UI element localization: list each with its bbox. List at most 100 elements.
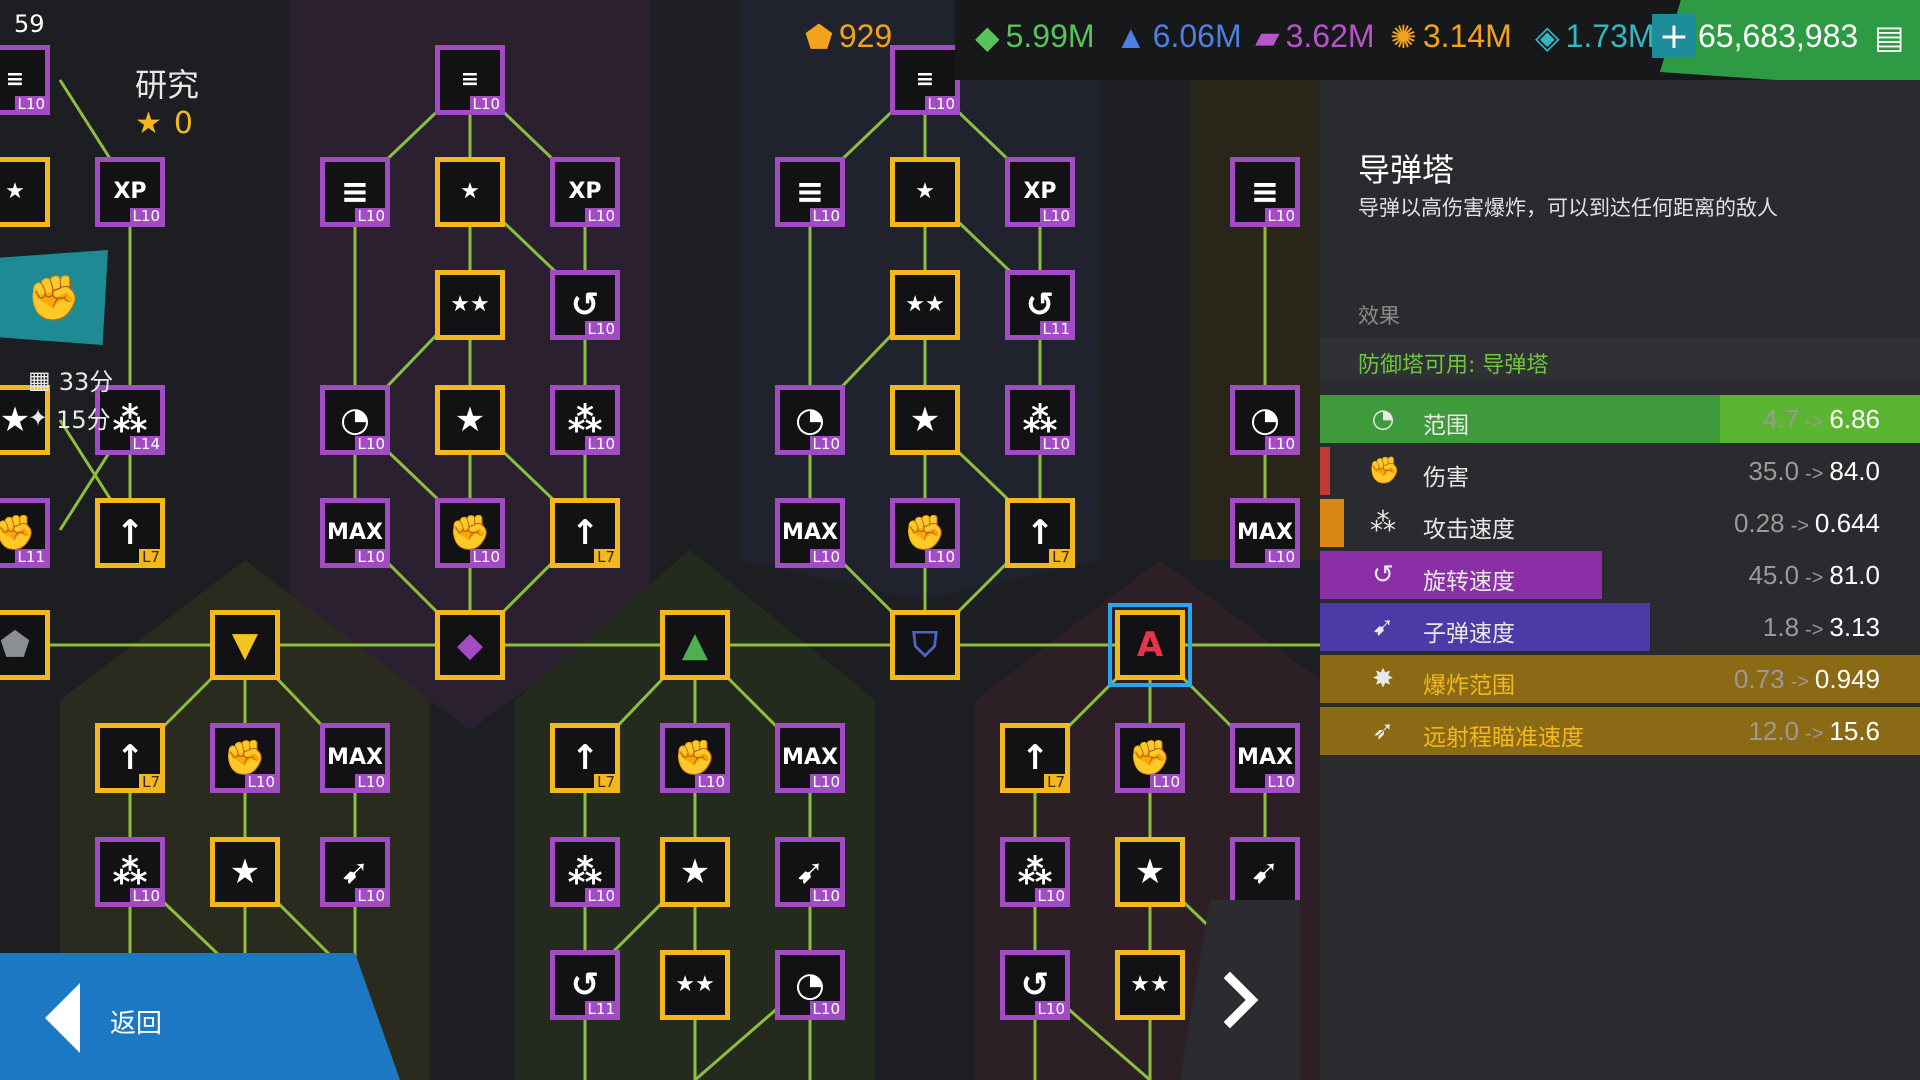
tower-node-green[interactable]: ▲ <box>660 610 730 680</box>
tree-node[interactable]: ★ <box>1115 837 1185 907</box>
tree-node[interactable]: ★★ <box>660 950 730 1020</box>
tree-node[interactable]: ⁂ L10 <box>1005 385 1075 455</box>
tree-node[interactable]: ↑ L7 <box>95 498 165 568</box>
tree-node[interactable]: ◔ L10 <box>775 385 845 455</box>
tree-node[interactable]: ★ <box>890 385 960 455</box>
tree-node[interactable]: ↑ L7 <box>95 723 165 793</box>
stat-to: 84.0 <box>1829 456 1880 486</box>
tree-node[interactable]: ★ <box>435 157 505 227</box>
tree-node[interactable]: ★ <box>435 385 505 455</box>
rotation-speed-icon: ↺ <box>1372 560 1394 590</box>
tree-node[interactable]: ✊ L10 <box>1115 723 1185 793</box>
node-level: L10 <box>469 549 503 566</box>
tree-node[interactable]: ≡ L10 <box>435 45 505 115</box>
tree-node[interactable]: ↺ L10 <box>550 270 620 340</box>
stat-name: 爆炸范围 <box>1423 673 1515 699</box>
tower-node-blue[interactable]: ⛉ <box>890 610 960 680</box>
tree-node[interactable]: ≡ L10 <box>0 45 50 115</box>
node-level: L7 <box>594 774 618 791</box>
tree-node[interactable]: ★ <box>210 837 280 907</box>
rotation-icon: ↺ <box>570 285 600 325</box>
tech-tree[interactable]: ≡ L10 ★ XP L10 ★ ⁂ L14 ✊ L11 ↑ L7 ≡ L10 ≡ L10 ★… <box>0 0 1320 1080</box>
tree-node[interactable]: ◔ L10 <box>775 950 845 1020</box>
stat-row: ➶ 远射程瞄准速度 12.0 -> 15.6 <box>1320 707 1920 755</box>
tree-node[interactable]: MAX L10 <box>320 498 390 568</box>
tree-node[interactable]: ⁂ L10 <box>1000 837 1070 907</box>
resource-money[interactable]: 65,683,983 ▤ <box>1698 18 1904 55</box>
tree-node[interactable]: ➹ <box>1230 837 1300 907</box>
tower-node-yellow[interactable]: ▼ <box>210 610 280 680</box>
tree-node[interactable]: ⁂ L10 <box>550 837 620 907</box>
stat-bar <box>1320 447 1330 495</box>
tree-node[interactable]: ↑ L7 <box>550 498 620 568</box>
resource-purple[interactable]: ▰ 3.62M <box>1255 18 1375 55</box>
resource-green[interactable]: ◆ 5.99M <box>975 18 1095 55</box>
stat-values: 0.28 -> 0.644 <box>1734 508 1880 539</box>
tree-node[interactable]: ↺ L11 <box>1005 270 1075 340</box>
node-level: L7 <box>1044 774 1068 791</box>
tree-node[interactable]: XP L10 <box>550 157 620 227</box>
tree-node[interactable]: XP L10 <box>1005 157 1075 227</box>
tree-node[interactable]: XP L10 <box>95 157 165 227</box>
tree-node[interactable]: ↑ L7 <box>550 723 620 793</box>
tree-node[interactable]: ✊ L10 <box>435 498 505 568</box>
panel-title: 导弹塔 <box>1358 151 1455 189</box>
tree-node[interactable]: ★★ <box>890 270 960 340</box>
unlock-row: 防御塔可用: 导弹塔 <box>1320 338 1920 380</box>
tree-node[interactable]: MAX L10 <box>1230 498 1300 568</box>
resource-blue[interactable]: ▲ 6.06M <box>1115 18 1242 55</box>
tree-node[interactable]: ◔ L10 <box>320 385 390 455</box>
tree-node[interactable]: ↑ L7 <box>1005 498 1075 568</box>
stat-values: 4.7 -> 6.86 <box>1763 404 1880 435</box>
tree-node[interactable]: ✊ L10 <box>890 498 960 568</box>
tree-node[interactable]: ➹ L10 <box>775 837 845 907</box>
tree-node[interactable]: MAX L10 <box>1230 723 1300 793</box>
tool-icon: ✦ <box>28 403 49 432</box>
tree-node[interactable]: ≡ L10 <box>320 157 390 227</box>
tree-node[interactable]: ↺ L11 <box>550 950 620 1020</box>
node-level: L10 <box>129 888 163 905</box>
damage-fist-icon: ✊ <box>223 738 267 778</box>
tree-node[interactable]: ↺ L10 <box>1000 950 1070 1020</box>
tree-node[interactable]: ≡ L10 <box>890 45 960 115</box>
tree-node[interactable]: ⁂ L10 <box>550 385 620 455</box>
tree-node[interactable]: ⁂ L10 <box>95 837 165 907</box>
add-currency-button[interactable]: + <box>1652 14 1696 58</box>
tree-node[interactable]: MAX L10 <box>775 498 845 568</box>
tree-node[interactable]: ★ <box>660 837 730 907</box>
stat-name: 范围 <box>1423 413 1469 439</box>
resource-teal[interactable]: ◈ 1.73M <box>1535 18 1655 55</box>
tree-node[interactable]: ✊ L10 <box>660 723 730 793</box>
tree-node[interactable]: ◔ L10 <box>1230 385 1300 455</box>
tree-node[interactable]: ✊ L10 <box>210 723 280 793</box>
tree-node[interactable]: MAX L10 <box>775 723 845 793</box>
arrow-icon: -> <box>1805 619 1824 641</box>
back-button[interactable]: 返回 <box>0 953 400 1080</box>
tree-node[interactable]: ★★ <box>435 270 505 340</box>
tree-node[interactable]: ≡ L10 <box>775 157 845 227</box>
tree-node[interactable]: ➹ L10 <box>320 837 390 907</box>
tree-node[interactable]: MAX L10 <box>320 723 390 793</box>
boost-badge[interactable]: ✊ <box>0 250 108 345</box>
tower-node-missile[interactable]: A <box>1108 603 1192 687</box>
tree-node[interactable]: ≡ L10 <box>1230 157 1300 227</box>
tree-node[interactable]: ★★ <box>1115 950 1185 1020</box>
node-level: L10 <box>1039 436 1073 453</box>
damage-fist-icon: ✊ <box>0 513 37 553</box>
tower-node-grey[interactable]: ⬟ <box>0 610 50 680</box>
tower-node-purple[interactable]: ◆ <box>435 610 505 680</box>
node-level: L10 <box>14 96 48 113</box>
node-level: L10 <box>809 549 843 566</box>
damage-fist-icon: ✊ <box>1368 456 1401 486</box>
node-level: L10 <box>924 96 958 113</box>
range-icon: ◔ <box>1250 400 1280 440</box>
resource-gems[interactable]: ⬟ 929 <box>805 18 892 55</box>
tree-node[interactable]: ✊ L11 <box>0 498 50 568</box>
resource-orange[interactable]: ✺ 3.14M <box>1390 18 1512 55</box>
xp-icon: XP <box>568 179 602 204</box>
next-page-button[interactable] <box>1180 900 1300 1080</box>
tree-node[interactable]: ↑ L7 <box>1000 723 1070 793</box>
node-level: L10 <box>129 208 163 225</box>
tree-node[interactable]: ★ <box>890 157 960 227</box>
tree-node[interactable]: ★ <box>0 157 50 227</box>
